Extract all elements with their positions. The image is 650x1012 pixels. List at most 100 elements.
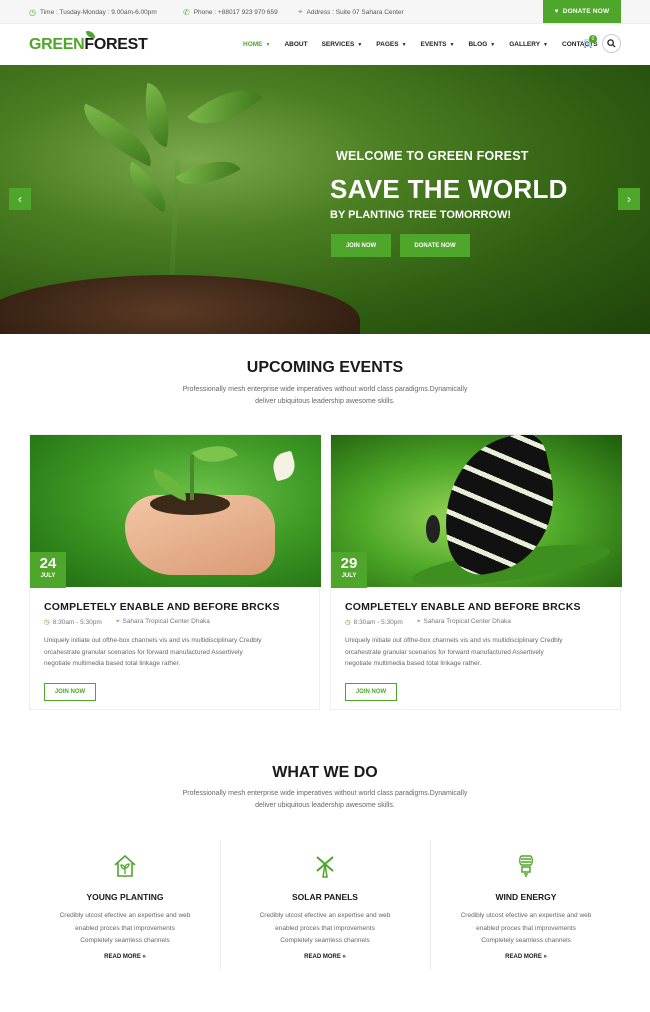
search-button[interactable] (602, 34, 621, 53)
nav-item-gallery[interactable]: GALLERY ▼ (509, 41, 548, 48)
location-pin-icon: ⌖ (115, 618, 120, 625)
nav-item-services[interactable]: SERVICES ▼ (322, 41, 363, 48)
hero-donate-now-button[interactable]: DONATE NOW (400, 234, 470, 257)
cart-count-badge: 0 (589, 35, 597, 43)
house-plant-icon (114, 854, 136, 877)
nav-label: EVENTS (420, 41, 447, 48)
read-more-link[interactable]: READ MORE » (426, 954, 626, 960)
chevron-down-icon: ▼ (357, 41, 363, 48)
donate-now-button[interactable]: ♥ DONATE NOW (543, 0, 621, 23)
event-meta: ◷ 8:30am - 5:30pm ⌖ Sahara Tropical Center… (44, 618, 210, 626)
event-time: ◷ 8:30am - 5:30pm (44, 618, 102, 626)
event-join-now-button[interactable]: JOIN NOW (44, 683, 96, 701)
event-location-text: Sahara Tropical Center Dhaka (122, 618, 210, 625)
windmill-icon (316, 856, 334, 878)
sprout-stem (190, 455, 194, 500)
location-pin-icon: ⌖ (298, 7, 303, 16)
soil-mound (0, 275, 360, 334)
chevron-down-icon: ▼ (543, 41, 548, 48)
service-title: YOUNG PLANTING (86, 892, 164, 902)
main-nav: HOME ▼ ABOUT SERVICES ▼ PAGES ▼ EVENTS ▼ BLO… (243, 24, 612, 65)
event-desc-line: orcahestrate granular scenarios for forw… (44, 648, 243, 656)
services-desc-line: deliver ubiquitous leadership awesome sk… (255, 802, 395, 809)
sprout-leaf (192, 435, 238, 473)
nav-label: PAGES (376, 41, 399, 48)
site-logo[interactable]: GREENFOREST (29, 29, 148, 54)
eco-bulb-icon (519, 855, 533, 877)
read-more-link[interactable]: READ MORE » (225, 954, 425, 960)
event-time-text: 8:30am - 5:30pm (52, 619, 102, 626)
event-month: JULY (40, 573, 56, 579)
event-time: ◷ 8:30am - 5:30pm (345, 618, 403, 626)
nav-label: BLOG (468, 41, 488, 48)
chevron-down-icon: ▼ (449, 41, 455, 48)
search-icon (607, 39, 616, 48)
hero-slider: WELCOME TO GREEN FOREST SAVE THE WORLD B… (0, 65, 650, 334)
event-desc-line: Uniquely initiate out ofthe-box channels… (345, 637, 563, 644)
service-item: SOLAR PANELS Credibly utcost efective an… (225, 840, 425, 970)
event-day: 24 (39, 555, 57, 572)
nav-item-events[interactable]: EVENTS ▼ (421, 41, 455, 48)
nav-label: HOME (243, 41, 263, 48)
chevron-left-icon: ‹ (18, 192, 22, 206)
main-header: GREENFOREST HOME ▼ ABOUT SERVICES ▼ PAGES ▼… (0, 24, 650, 65)
slider-prev-arrow[interactable]: ‹ (9, 188, 31, 210)
nav-item-blog[interactable]: BLOG ▼ (468, 41, 495, 48)
sapling-leaf (118, 161, 177, 213)
top-info-bar: ◷ Time : Tusday-Monday : 9.00am-6.00pm ✆… (0, 0, 650, 24)
event-day: 29 (340, 555, 358, 572)
donate-now-label: DONATE NOW (562, 8, 610, 15)
service-description: Credibly utcost efective an expertise an… (25, 910, 225, 948)
service-desc-line: enabled proces that improvements (75, 924, 175, 932)
events-section-title: UPCOMING EVENTS (246, 359, 404, 376)
butterfly-body (426, 515, 440, 543)
phone-text[interactable]: Phone : +88017 923 970 659 (194, 9, 278, 16)
hero-welcome-text: WELCOME TO GREEN FOREST (336, 149, 529, 163)
clock-icon: ◷ (345, 619, 351, 626)
service-desc-line: Completely seamless channels (80, 937, 170, 944)
hero-join-now-button[interactable]: JOIN NOW (331, 234, 391, 257)
event-month: JULY (341, 573, 357, 579)
read-more-link[interactable]: READ MORE » (25, 954, 225, 960)
event-image-butterfly (331, 435, 622, 587)
service-desc-line: Completely seamless channels (280, 937, 370, 944)
event-image-hands-plant (30, 435, 321, 587)
hero-caption: WELCOME TO GREEN FOREST SAVE THE WORLD B… (330, 149, 568, 221)
event-description: Uniquely initiate out ofthe-box channels… (345, 635, 613, 670)
address-info: ⌖ Address : Suite 07 Sahara Center (298, 0, 404, 24)
sapling-leaf (175, 146, 241, 200)
service-desc-line: Completely seamless channels (481, 937, 571, 944)
location-pin-icon: ⌖ (416, 618, 421, 625)
chevron-right-icon: › (627, 192, 631, 206)
events-desc-line: deliver ubiquitous leadership awesome sk… (255, 398, 395, 405)
nav-item-home[interactable]: HOME ▼ (243, 41, 270, 48)
service-desc-line: enabled proces that improvements (275, 924, 375, 932)
sapling-leaf (137, 82, 177, 148)
chevron-down-icon: ▼ (490, 41, 496, 48)
event-meta: ◷ 8:30am - 5:30pm ⌖ Sahara Tropical Center… (345, 618, 511, 626)
service-desc-line: Credibly utcost efective an expertise an… (259, 912, 391, 919)
event-desc-line: negotiate multimedia based total linkage… (345, 660, 482, 667)
events-section-desc: Professionally mesh enterprise wide impe… (150, 384, 500, 408)
hero-buttons: JOIN NOW DONATE NOW (331, 234, 470, 257)
clock-icon: ◷ (44, 619, 50, 626)
chevron-down-icon: ▼ (265, 41, 271, 48)
event-title[interactable]: COMPLETELY ENABLE AND BEFORE BRCKS (345, 601, 581, 613)
event-join-now-button[interactable]: JOIN NOW (345, 683, 397, 701)
slider-next-arrow[interactable]: › (618, 188, 640, 210)
chevron-down-icon: ▼ (401, 41, 407, 48)
event-location: ⌖ Sahara Tropical Center Dhaka (116, 618, 210, 626)
phone-icon: ✆ (183, 7, 190, 17)
service-desc-line: Credibly utcost efective an expertise an… (460, 912, 592, 919)
event-location-text: Sahara Tropical Center Dhaka (423, 618, 511, 625)
nav-label: SERVICES (321, 41, 355, 48)
event-date-badge: 24 JULY (30, 552, 66, 588)
event-title[interactable]: COMPLETELY ENABLE AND BEFORE BRCKS (44, 601, 280, 613)
white-butterfly (270, 450, 298, 482)
opening-hours: ◷ Time : Tusday-Monday : 9.00am-6.00pm (29, 0, 157, 24)
logo-dark-text: FOREST (84, 36, 148, 53)
nav-item-pages[interactable]: PAGES ▼ (376, 41, 406, 48)
service-description: Credibly utcost efective an expertise an… (225, 910, 425, 948)
nav-item-about[interactable]: ABOUT (284, 41, 307, 48)
service-description: Credibly utcost efective an expertise an… (426, 910, 626, 948)
